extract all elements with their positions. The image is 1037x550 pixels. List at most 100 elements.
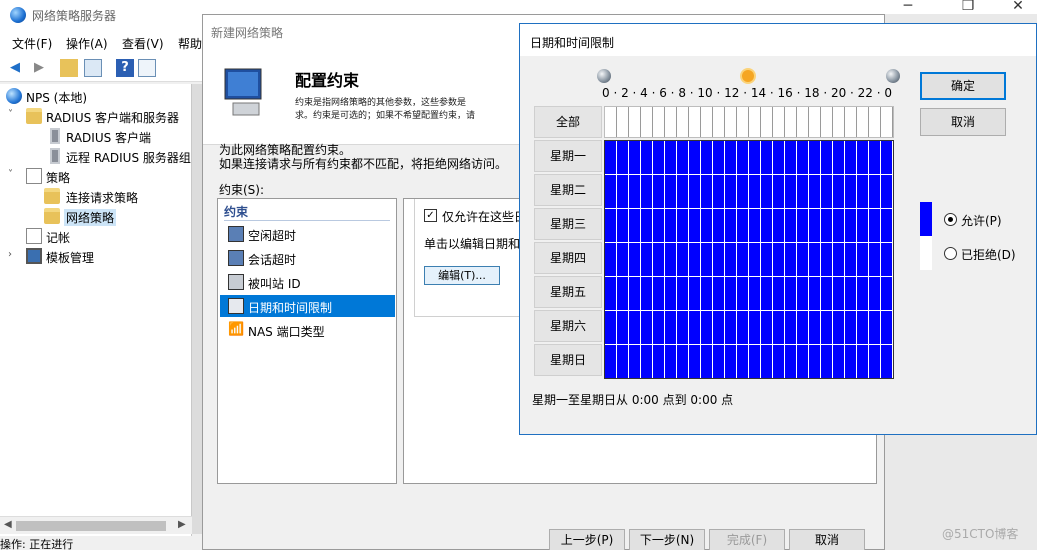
antenna-icon: 📶 bbox=[228, 322, 245, 337]
tree-horizontal-scrollbar[interactable]: ◀ ▶ bbox=[0, 516, 192, 534]
day-header-sunday[interactable]: 星期日 bbox=[534, 344, 602, 376]
constraint-label: 被叫站 ID bbox=[248, 277, 301, 291]
previous-button[interactable]: 上一步(P) bbox=[549, 529, 625, 550]
dialog-cancel-button[interactable]: 取消 bbox=[920, 108, 1006, 136]
folder-user-icon bbox=[44, 208, 60, 224]
globe-icon bbox=[6, 88, 22, 104]
permit-label: 允许(P) bbox=[961, 214, 1002, 228]
server-group-icon bbox=[50, 148, 60, 164]
day-header-thursday[interactable]: 星期四 bbox=[534, 242, 602, 274]
menu-help[interactable]: 帮助 bbox=[178, 35, 202, 52]
tree-label: 模板管理 bbox=[46, 251, 95, 265]
tree-label: 记帐 bbox=[46, 231, 71, 245]
wizard-heading: 配置约束 bbox=[295, 71, 360, 90]
tree-label: RADIUS 客户端和服务器 bbox=[46, 111, 180, 125]
properties-icon[interactable] bbox=[138, 59, 156, 77]
watermark: @51CTO博客 bbox=[942, 527, 1019, 541]
nps-globe-icon bbox=[10, 7, 26, 23]
scroll-left-icon[interactable]: ◀ bbox=[4, 519, 12, 530]
tree-label: 策略 bbox=[46, 171, 71, 185]
finish-button[interactable]: 完成(F) bbox=[709, 529, 785, 550]
forward-arrow-icon[interactable]: ▶ bbox=[30, 59, 48, 77]
wizard-title: 新建网络策略 bbox=[211, 26, 284, 40]
midnight-moon-icon bbox=[597, 69, 611, 83]
dialog-title: 日期和时间限制 bbox=[530, 36, 615, 50]
status-bar: 操作: 正在进行 bbox=[0, 538, 74, 550]
nps-title: 网络策略服务器 bbox=[32, 9, 117, 23]
constraint-session-timeout[interactable]: 会话超时 bbox=[220, 247, 395, 269]
permit-legend-swatch bbox=[920, 202, 932, 236]
restriction-summary: 星期一至星期日从 0:00 点到 0:00 点 bbox=[532, 393, 734, 407]
permitted-hours-grid[interactable] bbox=[604, 140, 894, 379]
chevron-down-icon[interactable]: ˅ bbox=[8, 169, 20, 180]
tree-label: 远程 RADIUS 服务器组 bbox=[66, 151, 191, 165]
policy-doc-icon bbox=[26, 168, 42, 184]
folder-icon bbox=[26, 108, 42, 124]
called-station-icon bbox=[228, 274, 244, 290]
allow-only-label: 仅允许在这些日 bbox=[442, 210, 527, 224]
close-icon[interactable]: ✕ bbox=[995, 0, 1037, 22]
constraint-idle-timeout[interactable]: 空闲超时 bbox=[220, 223, 395, 245]
day-header-saturday[interactable]: 星期六 bbox=[534, 310, 602, 342]
day-header-monday[interactable]: 星期一 bbox=[534, 140, 602, 172]
permit-radio[interactable] bbox=[944, 213, 957, 226]
ok-button[interactable]: 确定 bbox=[920, 72, 1006, 100]
up-folder-icon[interactable] bbox=[60, 59, 78, 77]
menu-view[interactable]: 查看(V) bbox=[122, 35, 164, 52]
hour-column-headers[interactable] bbox=[604, 106, 894, 138]
constraint-nas-port-type[interactable]: 📶 NAS 端口类型 bbox=[220, 319, 395, 341]
next-button[interactable]: 下一步(N) bbox=[629, 529, 705, 550]
help-icon[interactable]: ? bbox=[116, 59, 134, 77]
network-monitor-icon bbox=[224, 68, 262, 116]
menu-action[interactable]: 操作(A) bbox=[66, 35, 108, 52]
day-header-wednesday[interactable]: 星期三 bbox=[534, 208, 602, 240]
constraint-label: 空闲超时 bbox=[248, 229, 297, 243]
calendar-clock-icon bbox=[228, 298, 244, 314]
header-divider bbox=[224, 220, 390, 221]
hour-scale: 0 · 2 · 4 · 6 · 8 · 10 · 12 · 14 · 16 · … bbox=[602, 86, 893, 100]
noon-sun-icon bbox=[742, 70, 754, 82]
day-header-tuesday[interactable]: 星期二 bbox=[534, 174, 602, 206]
details-pane-edge bbox=[192, 84, 202, 534]
cancel-button[interactable]: 取消 bbox=[789, 529, 865, 550]
constraint-day-time[interactable]: 日期和时间限制 bbox=[220, 295, 395, 317]
constraint-label: NAS 端口类型 bbox=[248, 325, 325, 339]
accounting-icon bbox=[26, 228, 42, 244]
restore-icon[interactable]: ❐ bbox=[945, 0, 991, 22]
deny-legend-swatch bbox=[920, 236, 932, 270]
constraints-list: 约束 空闲超时 会话超时 被叫站 ID 日期和时间限制 📶 NAS 端口类型 bbox=[217, 198, 397, 484]
minimize-icon[interactable]: ─ bbox=[885, 0, 931, 22]
allow-only-checkbox[interactable]: ✓ bbox=[424, 209, 437, 222]
tree-label: 网络策略 bbox=[64, 209, 117, 226]
scroll-right-icon[interactable]: ▶ bbox=[178, 519, 186, 530]
intro-text: 如果连接请求与所有约束都不匹配，将拒绝网络访问。 bbox=[219, 157, 508, 171]
constraints-list-header: 约束 bbox=[224, 205, 249, 219]
deny-radio[interactable] bbox=[944, 247, 957, 260]
tree-label: RADIUS 客户端 bbox=[66, 131, 152, 145]
session-timeout-icon bbox=[228, 250, 244, 266]
chevron-right-icon[interactable]: › bbox=[8, 249, 20, 260]
folder-icon bbox=[44, 188, 60, 204]
templates-icon bbox=[26, 248, 42, 264]
chevron-down-icon[interactable]: ˅ bbox=[8, 109, 20, 120]
console-tree: NPS (本地) ˅ RADIUS 客户端和服务器 RADIUS 客户端 远程 … bbox=[0, 84, 192, 536]
back-arrow-icon[interactable]: ◀ bbox=[6, 59, 24, 77]
edit-button[interactable]: 编辑(T)... bbox=[424, 266, 500, 285]
constraint-called-station-id[interactable]: 被叫站 ID bbox=[220, 271, 395, 293]
time-grid bbox=[604, 106, 894, 379]
tree-label: 连接请求策略 bbox=[66, 191, 139, 205]
menu-file[interactable]: 文件(F) bbox=[12, 35, 52, 52]
show-tree-icon[interactable] bbox=[84, 59, 102, 77]
scrollbar-thumb[interactable] bbox=[16, 521, 166, 531]
day-time-restrictions-dialog: 日期和时间限制 0 · 2 · 4 · 6 · 8 · 10 · 12 · 14… bbox=[519, 23, 1037, 435]
server-icon bbox=[50, 128, 60, 144]
day-header-all[interactable]: 全部 bbox=[534, 106, 602, 138]
deny-label: 已拒绝(D) bbox=[961, 248, 1016, 262]
tree-label: NPS (本地) bbox=[26, 91, 88, 105]
constraints-label: 约束(S): bbox=[219, 183, 265, 197]
constraint-label: 会话超时 bbox=[248, 253, 297, 267]
dialog-titlebar: 日期和时间限制 bbox=[520, 24, 1036, 56]
idle-timeout-icon bbox=[228, 226, 244, 242]
midnight-moon-icon bbox=[886, 69, 900, 83]
day-header-friday[interactable]: 星期五 bbox=[534, 276, 602, 308]
